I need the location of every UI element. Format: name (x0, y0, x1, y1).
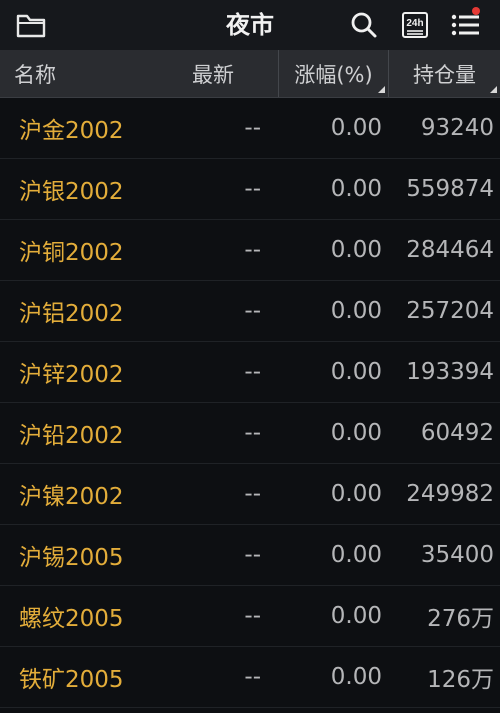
contract-name: 沪金2002 (19, 118, 124, 144)
table-row[interactable]: 沪金2002 -- 0.00 93240 (0, 98, 500, 159)
notification-dot (472, 7, 480, 15)
change-percent: 0.00 (330, 176, 382, 202)
change-percent: 0.00 (330, 603, 382, 629)
column-header-latest[interactable]: 最新 (150, 50, 278, 97)
change-percent: 0.00 (330, 359, 382, 385)
table-row[interactable]: 沪铜2002 -- 0.00 284464 (0, 220, 500, 281)
menu-button[interactable] (449, 7, 483, 42)
open-interest: 193394 (406, 359, 494, 385)
latest-price: -- (244, 237, 261, 263)
column-header-name[interactable]: 名称 (0, 50, 150, 97)
change-percent: 0.00 (330, 481, 382, 507)
open-interest: 276万 (427, 606, 494, 632)
table-row[interactable]: 沪锡2005 -- 0.00 35400 (0, 525, 500, 586)
contract-name: 沪铜2002 (19, 240, 124, 266)
open-interest: 249982 (406, 481, 494, 507)
change-percent: 0.00 (330, 664, 382, 690)
table-row[interactable]: 沪镍2002 -- 0.00 249982 (0, 464, 500, 525)
change-percent: 0.00 (330, 420, 382, 446)
change-percent: 0.00 (330, 115, 382, 141)
table-row[interactable]: 螺纹2005 -- 0.00 276万 (0, 586, 500, 647)
column-header-open-interest-label: 持仓量 (413, 62, 476, 87)
menu-list-icon (451, 14, 479, 36)
sort-indicator-icon (378, 86, 385, 93)
change-percent: 0.00 (330, 542, 382, 568)
contract-name: 螺纹2005 (19, 606, 124, 632)
latest-price: -- (244, 542, 261, 568)
contract-name: 沪锌2002 (19, 362, 124, 388)
column-header-change[interactable]: 涨幅(%) (278, 50, 388, 97)
open-interest: 93240 (420, 115, 494, 141)
column-header-row: 名称 最新 涨幅(%) 持仓量 (0, 50, 500, 98)
top-bar: 夜市 24h (0, 0, 500, 50)
search-icon (351, 12, 377, 38)
latest-price: -- (244, 664, 261, 690)
latest-price: -- (244, 420, 261, 446)
table-row[interactable]: 沪铅2002 -- 0.00 60492 (0, 403, 500, 464)
24h-icon: 24h (402, 12, 428, 38)
contract-name: 铁矿2005 (19, 667, 124, 693)
contract-name: 沪银2002 (19, 179, 124, 205)
column-header-open-interest[interactable]: 持仓量 (388, 50, 500, 97)
table-row[interactable]: 沪银2002 -- 0.00 559874 (0, 159, 500, 220)
futures-list: 沪金2002 -- 0.00 93240 沪银2002 -- 0.00 5598… (0, 98, 500, 708)
contract-name: 沪铝2002 (19, 301, 124, 327)
24h-button[interactable]: 24h (398, 8, 432, 42)
latest-price: -- (244, 298, 261, 324)
contract-name: 沪铅2002 (19, 423, 124, 449)
open-interest: 284464 (406, 237, 494, 263)
open-interest: 35400 (420, 542, 494, 568)
latest-price: -- (244, 603, 261, 629)
open-interest: 126万 (427, 667, 494, 693)
change-percent: 0.00 (330, 237, 382, 263)
search-button[interactable] (347, 8, 381, 42)
table-row[interactable]: 沪铝2002 -- 0.00 257204 (0, 281, 500, 342)
open-interest: 559874 (406, 176, 494, 202)
latest-price: -- (244, 115, 261, 141)
column-header-change-label: 涨幅(%) (294, 62, 373, 87)
table-row[interactable]: 沪锌2002 -- 0.00 193394 (0, 342, 500, 403)
sort-indicator-icon (490, 86, 497, 93)
latest-price: -- (244, 359, 261, 385)
24h-label: 24h (406, 18, 423, 29)
table-row[interactable]: 铁矿2005 -- 0.00 126万 (0, 647, 500, 708)
latest-price: -- (244, 176, 261, 202)
contract-name: 沪锡2005 (19, 545, 124, 571)
contract-name: 沪镍2002 (19, 484, 124, 510)
open-interest: 257204 (406, 298, 494, 324)
open-interest: 60492 (420, 420, 494, 446)
change-percent: 0.00 (330, 298, 382, 324)
latest-price: -- (244, 481, 261, 507)
